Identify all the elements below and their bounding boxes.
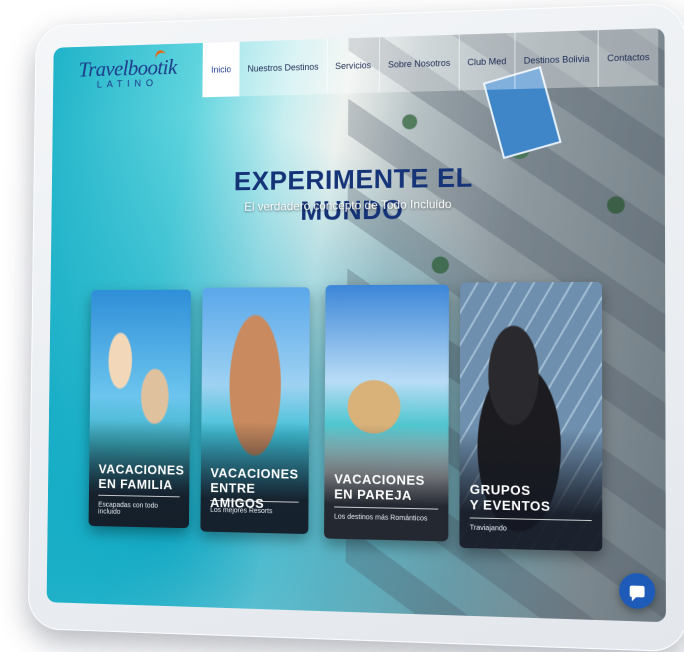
- site-logo[interactable]: Travelbootik LATINO: [53, 43, 203, 101]
- nav-item-servicios[interactable]: Servicios: [326, 37, 380, 95]
- nav-item-inicio[interactable]: Inicio: [202, 41, 240, 98]
- card-vacaciones-familia[interactable]: VACACIONES EN FAMILIA Escapadas con todo…: [88, 289, 192, 529]
- main-menu: Inicio Nuestros Destinos Servicios Sobre…: [202, 28, 659, 98]
- nav-item-club-med[interactable]: Club Med: [458, 32, 515, 91]
- card-grupos-eventos[interactable]: GRUPOS Y EVENTOS Traviajando: [459, 281, 603, 552]
- nav-item-sobre-nosotros[interactable]: Sobre Nosotros: [378, 34, 459, 93]
- nav-item-contactos[interactable]: Contactos: [597, 28, 659, 87]
- chat-button[interactable]: [619, 572, 656, 610]
- website-screen: Travelbootik LATINO Inicio Nuestros Dest…: [46, 27, 666, 623]
- card-vacaciones-amigos[interactable]: VACACIONES ENTRE AMIGOS Los mejores Reso…: [200, 287, 310, 535]
- card-vacaciones-pareja[interactable]: VACACIONES EN PAREJA Los destinos más Ro…: [324, 284, 450, 542]
- hero-title: EXPERIMENTE EL MUNDO: [233, 162, 473, 226]
- card-title: GRUPOS Y EVENTOS: [469, 481, 551, 514]
- nav-item-destinos-bolivia[interactable]: Destinos Bolivia: [514, 30, 598, 90]
- nav-item-nuestros-destinos[interactable]: Nuestros Destinos: [238, 38, 327, 97]
- chat-icon: [629, 584, 645, 597]
- device-frame: Travelbootik LATINO Inicio Nuestros Dest…: [27, 2, 684, 652]
- card-title: VACACIONES ENTRE AMIGOS: [210, 465, 299, 512]
- card-title: VACACIONES EN PAREJA: [334, 471, 425, 503]
- card-title: VACACIONES EN FAMILIA: [98, 461, 185, 493]
- card-subtitle: Escapadas con todo incluido: [98, 501, 159, 516]
- logo-subtitle: LATINO: [96, 77, 158, 90]
